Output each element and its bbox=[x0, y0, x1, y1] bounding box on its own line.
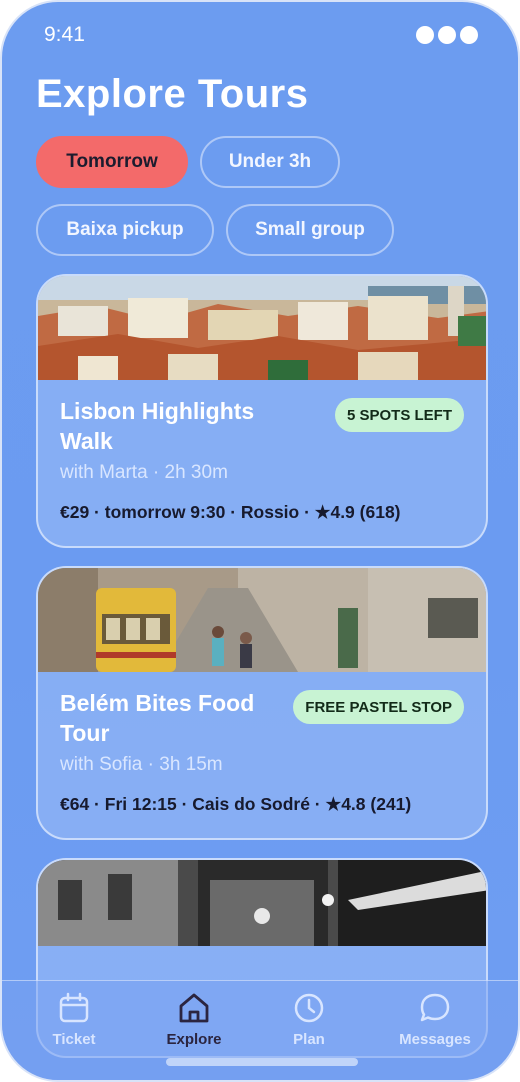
page-title: Explore Tours bbox=[36, 72, 309, 116]
tour-photo-lisbon-rooftops bbox=[38, 276, 486, 380]
bottom-tab-bar: Ticket Explore Plan Messages bbox=[2, 980, 518, 1080]
clock-icon bbox=[294, 993, 324, 1023]
chat-bubble-icon bbox=[420, 993, 450, 1022]
tour-guide-duration: with Marta · 2h 30m bbox=[60, 462, 228, 483]
filter-chip-tomorrow[interactable]: Tomorrow bbox=[36, 136, 188, 188]
availability-badge: 5 SPOTS LEFT bbox=[334, 398, 464, 432]
tab-label: Explore bbox=[166, 1031, 222, 1048]
tab-explore[interactable]: Explore bbox=[139, 991, 249, 1048]
tour-photo-night-tram bbox=[38, 860, 486, 946]
tour-meta: €29 · tomorrow 9:30 · Rossio · ★4.9 (618… bbox=[60, 502, 401, 522]
phone-screen: 9:41 Explore Tours Tomorrow Under 3h Bai… bbox=[0, 0, 520, 1082]
home-icon bbox=[179, 993, 209, 1023]
tab-label: Plan bbox=[293, 1031, 325, 1048]
tab-label: Messages bbox=[399, 1031, 471, 1048]
tour-guide-duration: with Sofia · 3h 15m bbox=[60, 754, 223, 775]
tab-messages[interactable]: Messages bbox=[380, 991, 490, 1048]
tour-photo-tram-street bbox=[38, 568, 486, 672]
tour-meta: €64 · Fri 12:15 · Cais do Sodré · ★4.8 (… bbox=[60, 794, 412, 814]
filter-chip-small-group[interactable]: Small group bbox=[226, 204, 394, 256]
status-time: 9:41 bbox=[44, 23, 85, 46]
tour-card[interactable]: Lisbon Highlights Walk 5 SPOTS LEFT with… bbox=[36, 274, 488, 548]
filter-chip-baixa-pickup[interactable]: Baixa pickup bbox=[36, 204, 214, 256]
calendar-icon bbox=[59, 992, 89, 1023]
home-indicator[interactable] bbox=[166, 1058, 358, 1066]
tour-title: Belém Bites Food Tour bbox=[60, 690, 255, 746]
tab-ticket[interactable]: Ticket bbox=[19, 991, 129, 1048]
tour-title: Lisbon Highlights Walk bbox=[60, 398, 255, 454]
filter-chip-under-3h[interactable]: Under 3h bbox=[200, 136, 340, 188]
tour-card[interactable]: Belém Bites Food Tour FREE PASTEL STOP w… bbox=[36, 566, 488, 840]
promo-badge: FREE PASTEL STOP bbox=[293, 690, 464, 724]
tab-label: Ticket bbox=[52, 1031, 96, 1048]
status-bar: 9:41 bbox=[44, 20, 478, 50]
tab-plan[interactable]: Plan bbox=[254, 991, 364, 1048]
status-indicator-icon bbox=[416, 26, 478, 44]
